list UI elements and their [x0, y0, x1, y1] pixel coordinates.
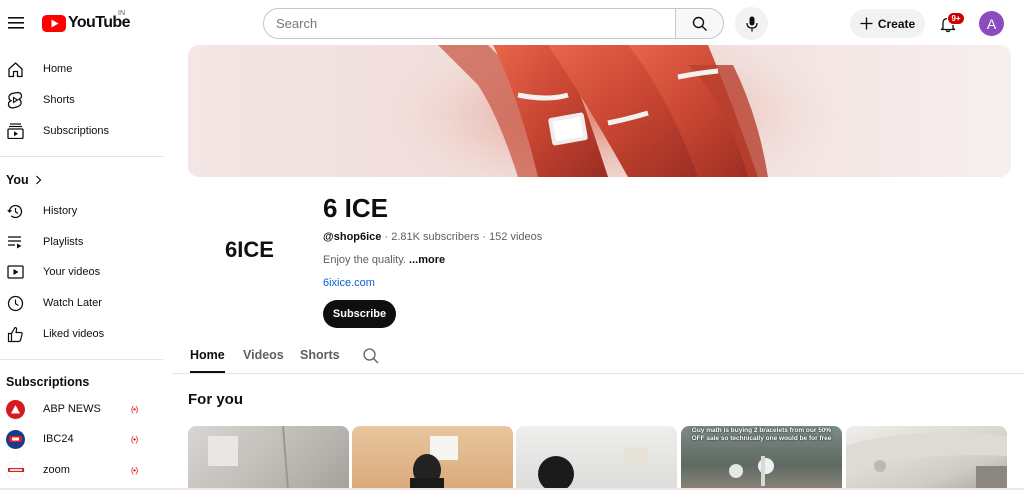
sidebar-item-label: Your videos — [43, 266, 101, 278]
live-broadcast-icon: (•) — [131, 465, 138, 475]
sidebar-item-label: IBC24 — [43, 433, 74, 445]
search-box[interactable] — [263, 8, 676, 39]
subscriptions-heading-label: Subscriptions — [6, 375, 90, 389]
create-button[interactable]: Create — [850, 9, 925, 38]
thumbnail-image — [410, 436, 458, 490]
youtube-logo[interactable]: YouTube IN — [42, 10, 130, 32]
banner-image — [368, 45, 848, 177]
video-thumbnail[interactable] — [846, 426, 1007, 490]
sidebar-item-label: Shorts — [43, 94, 75, 106]
shorts-icon — [6, 91, 24, 109]
sidebar-subscriptions-heading: Subscriptions — [6, 375, 89, 389]
channel-name: 6 ICE — [323, 193, 389, 223]
voice-search-button[interactable] — [735, 7, 768, 40]
plus-icon — [860, 17, 873, 30]
microphone-icon — [745, 16, 758, 31]
thumbnail-image — [208, 426, 289, 490]
sidebar-divider — [0, 359, 163, 360]
live-broadcast-icon: (•) — [131, 434, 138, 444]
notification-count-badge: 9+ — [947, 12, 965, 25]
section-title: For you — [188, 391, 243, 408]
description-text: Enjoy the quality. — [323, 254, 406, 266]
video-thumbnail[interactable] — [188, 426, 349, 490]
home-icon — [6, 60, 24, 78]
thumbnail-image — [846, 432, 1007, 490]
you-heading-label: You — [6, 173, 29, 187]
sidebar-item-subscriptions[interactable]: Subscriptions — [0, 116, 166, 146]
channel-avatar[interactable]: 6ICE — [192, 192, 307, 307]
channel-banner — [188, 45, 1011, 177]
sidebar-item-label: Liked videos — [43, 328, 105, 340]
youtube-play-icon — [42, 14, 66, 32]
sidebar-item-label: zoom — [43, 464, 70, 476]
video-thumbnail[interactable] — [352, 426, 513, 490]
sidebar-item-label: ABP NEWS — [43, 403, 101, 415]
sidebar-item-label: Watch Later — [43, 297, 102, 309]
sidebar-item-shorts[interactable]: Shorts — [0, 85, 166, 115]
account-avatar[interactable]: A — [979, 11, 1004, 36]
sidebar-divider — [0, 156, 163, 157]
sidebar-item-label: Subscriptions — [43, 125, 110, 137]
search-icon — [692, 16, 707, 31]
create-label: Create — [877, 16, 916, 31]
sidebar-item-label: Home — [43, 63, 73, 75]
sidebar-item-watch-later[interactable]: Watch Later — [0, 288, 166, 318]
playlists-icon — [6, 233, 24, 251]
channel-website-link[interactable]: 6ixice.com — [323, 277, 375, 289]
hamburger-menu-icon[interactable] — [4, 11, 28, 35]
subscriber-count: 2.81K subscribers — [391, 231, 480, 243]
sidebar-item-label: Playlists — [43, 236, 84, 248]
top-bar: YouTube IN Create 9+ A — [0, 0, 1024, 46]
video-thumbnail[interactable]: Guy math is buying 2 bracelets from our … — [681, 426, 842, 490]
sidebar-item-your-videos[interactable]: Your videos — [0, 257, 166, 287]
thumbnail-caption: Guy math is buying 2 bracelets from our … — [691, 427, 832, 442]
chevron-right-icon — [35, 175, 42, 185]
subscriptions-icon — [6, 122, 24, 140]
sidebar-item-label: History — [43, 205, 78, 217]
sidebar: Home Shorts Subscriptions You History Pl… — [0, 46, 166, 490]
tab-shorts[interactable]: Shorts — [300, 348, 340, 362]
channel-tabs: Home Videos Shorts — [172, 340, 1024, 374]
watch-later-icon — [6, 294, 24, 312]
thumbnail-image — [538, 448, 648, 490]
sidebar-subscription-zoom[interactable]: zoom (•) — [0, 455, 166, 485]
more-link[interactable]: ...more — [409, 254, 445, 266]
channel-avatar-icon — [6, 460, 25, 480]
sidebar-subscription-ibc24[interactable]: IBC24 (•) — [0, 424, 166, 454]
channel-meta: @shop6ice · 2.81K subscribers · 152 vide… — [323, 231, 542, 243]
your-videos-icon — [6, 263, 24, 281]
channel-avatar-icon — [6, 399, 25, 419]
channel-description[interactable]: Enjoy the quality. ...more — [323, 254, 445, 266]
video-thumbnail[interactable] — [516, 426, 677, 490]
live-broadcast-icon: (•) — [131, 404, 138, 414]
video-count: 152 videos — [489, 231, 543, 243]
sidebar-subscription-abp-news[interactable]: ABP NEWS (•) — [0, 394, 166, 424]
channel-avatar-icon — [6, 429, 25, 449]
channel-logo: 6ICE — [225, 236, 274, 262]
sidebar-item-history[interactable]: History — [0, 196, 166, 226]
sidebar-item-playlists[interactable]: Playlists — [0, 227, 166, 257]
channel-search-icon[interactable] — [362, 347, 380, 365]
like-icon — [6, 325, 24, 343]
active-tab-indicator — [190, 371, 225, 373]
search-button[interactable] — [675, 8, 724, 39]
search-input[interactable] — [276, 16, 676, 31]
sidebar-item-home[interactable]: Home — [0, 54, 166, 84]
sidebar-item-liked-videos[interactable]: Liked videos — [0, 319, 166, 349]
youtube-channel-page: YouTube IN Create 9+ A Home Shorts — [0, 0, 1024, 490]
channel-handle: @shop6ice — [323, 231, 382, 243]
sidebar-you-heading[interactable]: You — [6, 173, 42, 187]
history-icon — [6, 202, 24, 220]
country-code: IN — [118, 10, 125, 17]
tab-videos[interactable]: Videos — [243, 348, 284, 362]
tab-home[interactable]: Home — [190, 348, 225, 362]
subscribe-button[interactable]: Subscribe — [323, 300, 396, 328]
